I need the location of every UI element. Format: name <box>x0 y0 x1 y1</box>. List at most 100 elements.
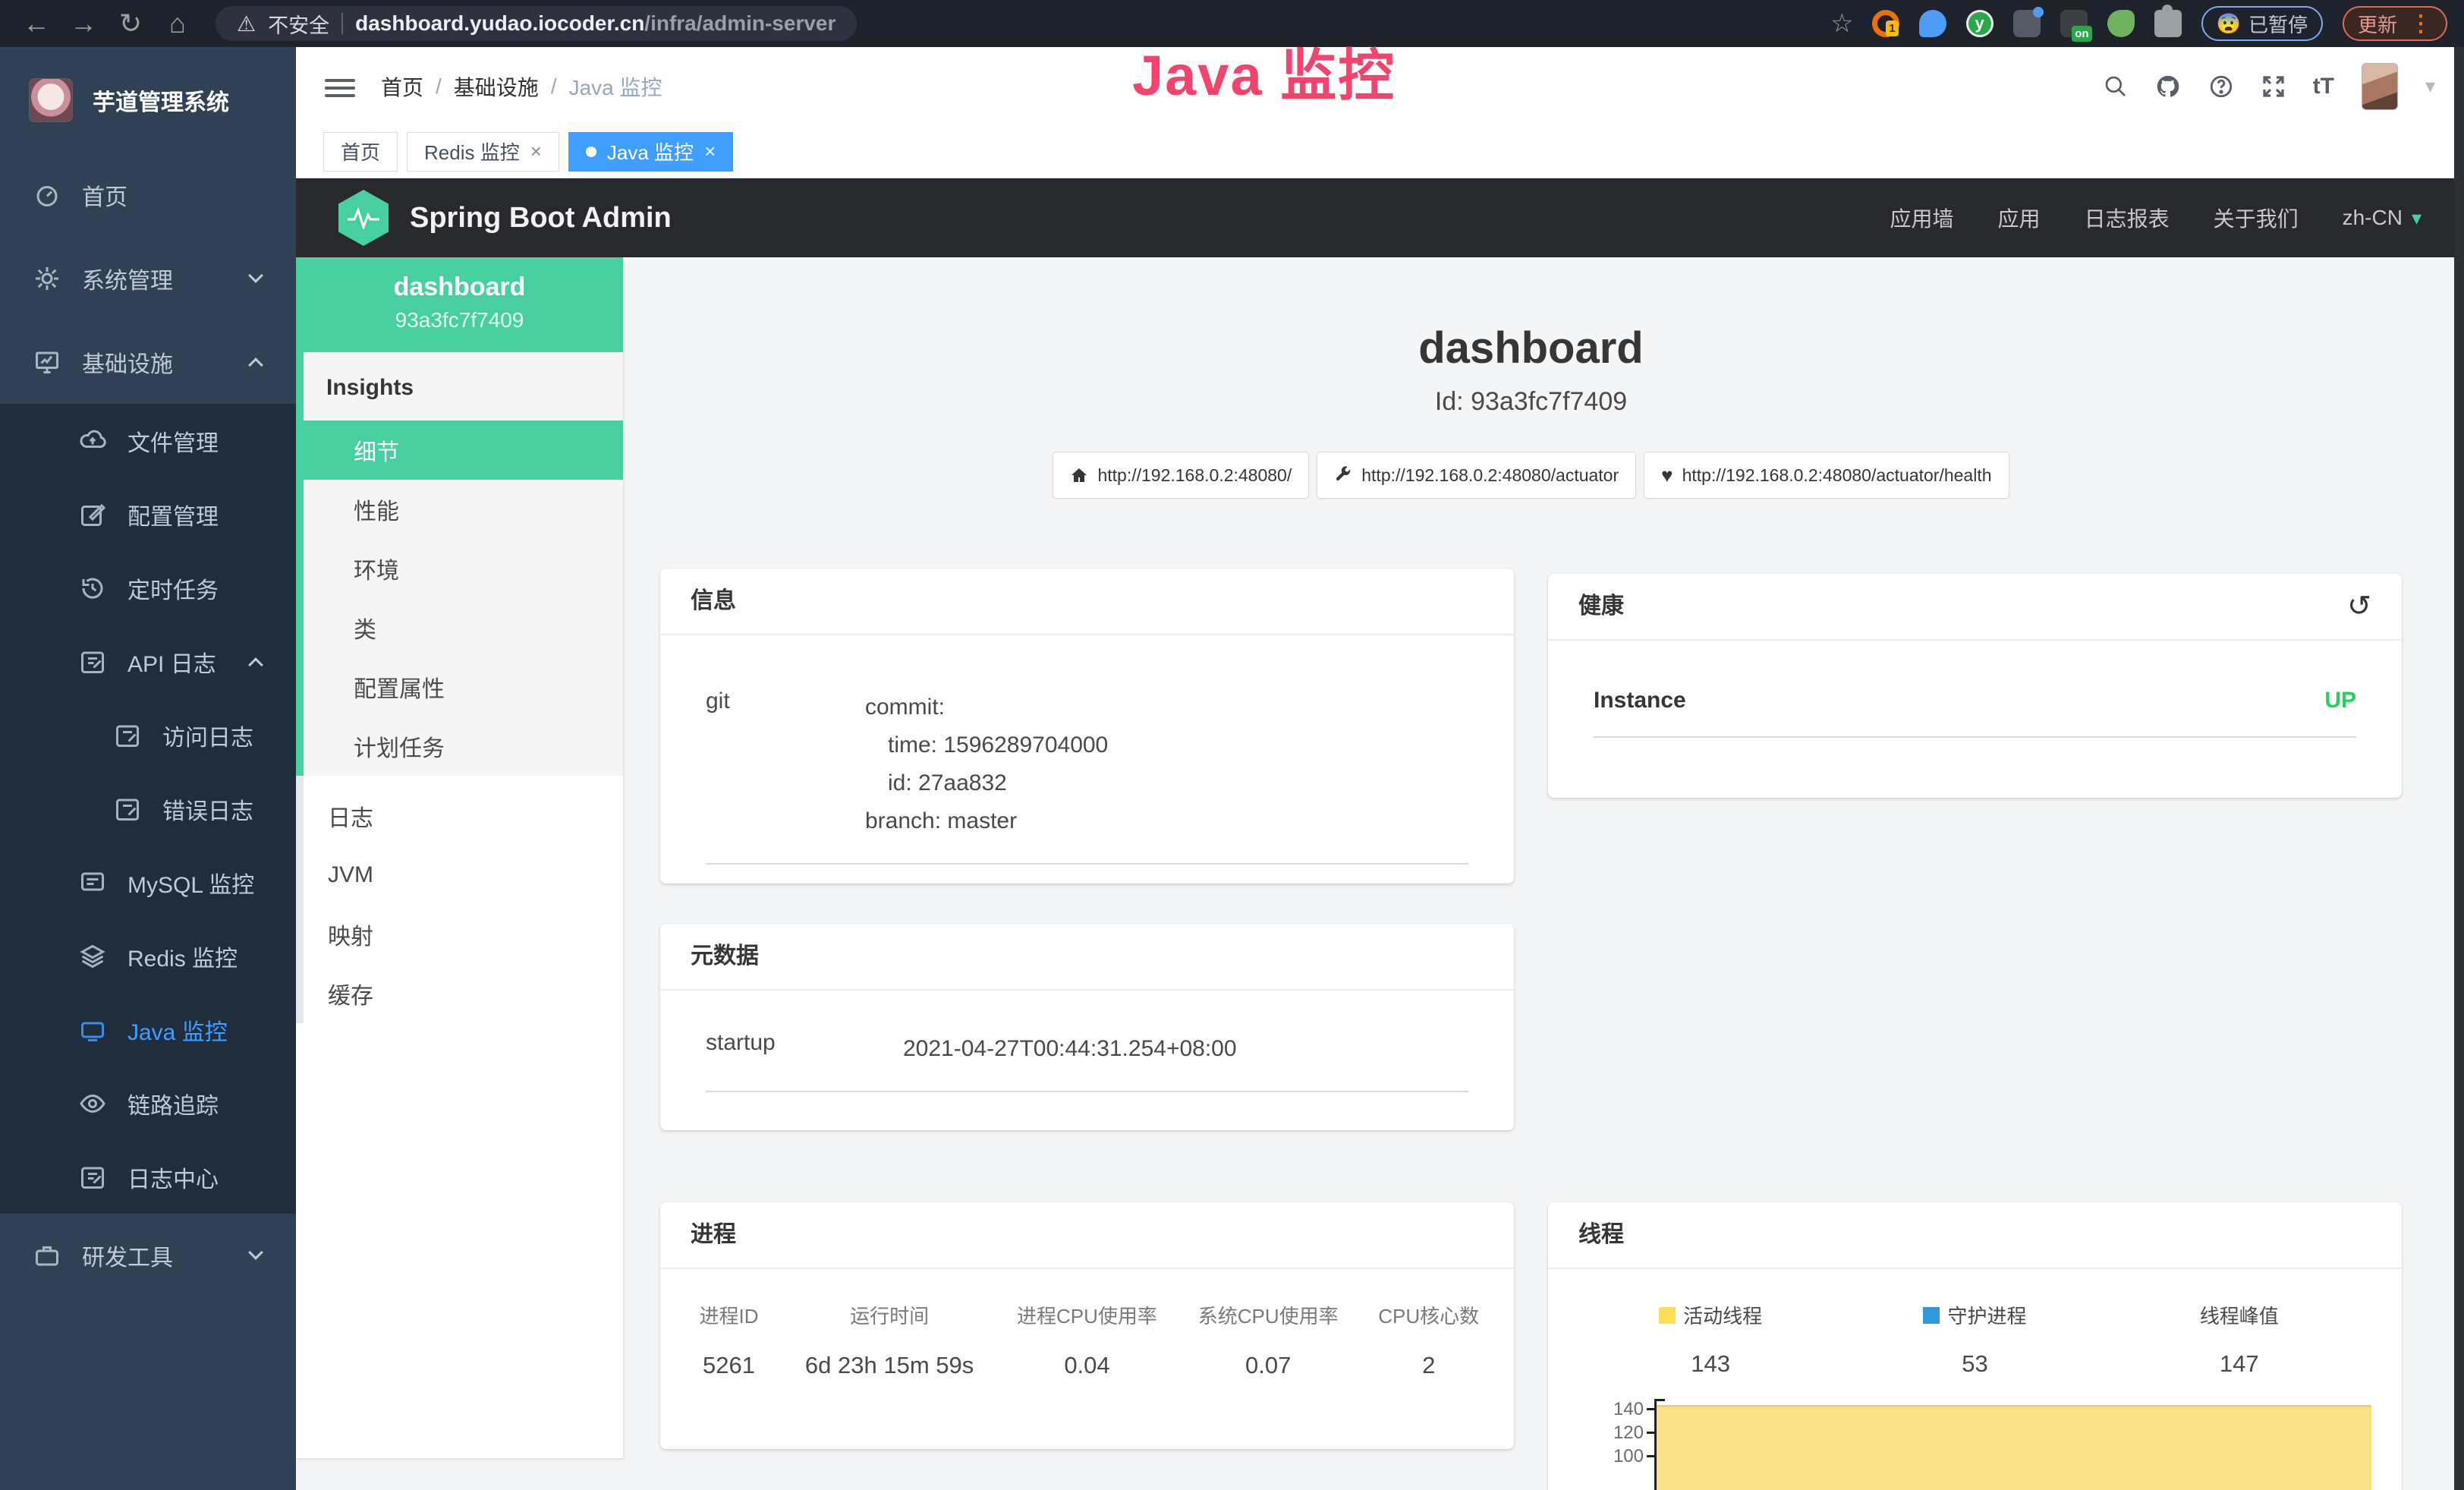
sba-menu-scheduled-tasks[interactable]: 计划任务 <box>304 717 623 776</box>
sba-instance-name: dashboard <box>296 272 623 302</box>
ytick: 120 <box>1578 1421 1644 1444</box>
extension-icon-green-y[interactable]: y <box>1966 10 1994 37</box>
edit-icon <box>79 501 106 528</box>
legend-swatch-daemon <box>1923 1307 1940 1324</box>
process-table-header: 进程ID 运行时间 进程CPU使用率 系统CPU使用率 CPU核心数 <box>675 1301 1499 1329</box>
tab-java-monitor[interactable]: Java 监控× <box>568 132 733 172</box>
sidebar-item-java-monitor[interactable]: Java 监控 <box>0 993 296 1066</box>
url-path: /infra/admin-server <box>644 11 835 35</box>
user-avatar[interactable] <box>2362 63 2398 110</box>
tab-home[interactable]: 首页 <box>323 132 398 172</box>
bookmark-star-icon[interactable]: ☆ <box>1830 8 1853 39</box>
extension-icon-pin[interactable] <box>1919 10 1946 37</box>
endpoint-service-url[interactable]: http://192.168.0.2:48080/ <box>1053 452 1309 499</box>
sba-menu-environment[interactable]: 环境 <box>304 539 623 598</box>
sba-menu-jvm[interactable]: JVM <box>304 846 623 905</box>
profile-emoji: 😨 <box>2217 12 2241 36</box>
browser-home-icon[interactable]: ⌂ <box>158 8 197 39</box>
browser-forward-icon[interactable]: → <box>64 8 103 39</box>
tags-view-bar: 首页 Redis 监控× Java 监控× <box>296 125 2464 178</box>
extension-icon-orange[interactable]: 1 <box>1872 10 1899 37</box>
sba-menu-classes[interactable]: 类 <box>304 598 623 657</box>
spring-boot-admin-logo <box>338 190 389 246</box>
extension-icon-leaf[interactable] <box>2107 10 2135 37</box>
sidebar-item-devtools[interactable]: 研发工具 <box>0 1214 296 1297</box>
sba-menu-config-props[interactable]: 配置属性 <box>304 657 623 717</box>
sba-brand-title[interactable]: Spring Boot Admin <box>410 202 672 235</box>
browser-menu-icon[interactable]: ⋮ <box>2409 11 2432 37</box>
sidebar-item-infra[interactable]: 基础设施 <box>0 320 296 404</box>
log-edit-icon <box>114 795 141 823</box>
browser-update-button[interactable]: 更新 ⋮ <box>2343 6 2447 41</box>
endpoint-health-url[interactable]: ♥ http://192.168.0.2:48080/actuator/heal… <box>1644 452 2009 499</box>
sidebar-item-home[interactable]: 首页 <box>0 153 296 237</box>
breadcrumb-infra[interactable]: 基础设施 <box>454 71 539 102</box>
tab-close-icon[interactable]: × <box>704 140 716 163</box>
process-sys-cpu-value: 0.07 <box>1178 1352 1359 1379</box>
paused-label: 已暂停 <box>2248 10 2308 38</box>
security-warning-icon[interactable]: ⚠ <box>237 11 256 36</box>
health-card: 健康 ↺ Instance UP <box>1548 574 2402 798</box>
legend-label-peak: 线程峰值 <box>2200 1301 2279 1329</box>
sba-menu-caches[interactable]: 缓存 <box>304 964 623 1023</box>
sba-nav-wallboard[interactable]: 应用墙 <box>1890 203 1954 233</box>
sba-nav-about[interactable]: 关于我们 <box>2214 203 2299 233</box>
threads-chart-axis <box>1654 1399 1657 1490</box>
threads-area-series <box>1657 1405 2371 1490</box>
sba-menu-metrics[interactable]: 性能 <box>304 480 623 539</box>
sidebar-item-config-manage[interactable]: 配置管理 <box>0 477 296 551</box>
sidebar-item-api-logs[interactable]: API 日志 <box>0 625 296 698</box>
sba-nav-applications[interactable]: 应用 <box>1998 203 2041 233</box>
endpoint-label: http://192.168.0.2:48080/ <box>1097 465 1292 486</box>
sidebar-item-system[interactable]: 系统管理 <box>0 237 296 320</box>
health-history-icon[interactable]: ↺ <box>2347 592 2371 621</box>
tv-icon <box>79 1016 106 1044</box>
user-menu-caret-icon[interactable]: ▾ <box>2425 74 2435 98</box>
sidebar-item-label: 文件管理 <box>127 424 219 458</box>
profile-paused-chip[interactable]: 😨 已暂停 <box>2201 6 2323 41</box>
threads-chart-y-axis-labels: 140 120 100 <box>1578 1397 1654 1490</box>
fullscreen-icon[interactable] <box>2261 74 2286 99</box>
sidebar-item-log-center[interactable]: 日志中心 <box>0 1140 296 1214</box>
chevron-down-icon <box>248 1245 263 1260</box>
extension-icon-switch[interactable]: on <box>2060 10 2088 37</box>
sidebar-item-access-logs[interactable]: 访问日志 <box>0 698 296 772</box>
active-tab-dot <box>586 146 596 157</box>
log-edit-icon <box>114 722 141 749</box>
address-bar[interactable]: ⚠ 不安全 dashboard.yudao.iocoder.cn/infra/a… <box>216 6 857 41</box>
browser-reload-icon[interactable]: ↻ <box>111 8 150 39</box>
browser-back-icon[interactable]: ← <box>17 8 56 39</box>
sba-nav-journal[interactable]: 日志报表 <box>2085 203 2170 233</box>
chevron-up-icon <box>248 657 263 673</box>
font-size-icon[interactable]: tT <box>2313 74 2334 99</box>
sidebar-item-mysql-monitor[interactable]: MySQL 监控 <box>0 846 296 919</box>
sba-instance-header[interactable]: dashboard 93a3fc7f7409 <box>296 257 623 352</box>
legend-label-live: 活动线程 <box>1683 1301 1762 1329</box>
help-icon[interactable] <box>2208 74 2234 99</box>
sidebar-item-error-logs[interactable]: 错误日志 <box>0 772 296 846</box>
browser-scrollbar[interactable] <box>2454 47 2464 1490</box>
endpoint-actuator-url[interactable]: http://192.168.0.2:48080/actuator <box>1317 452 1636 499</box>
sidebar-item-scheduled-jobs[interactable]: 定时任务 <box>0 551 296 625</box>
sidebar-item-file-manage[interactable]: 文件管理 <box>0 404 296 477</box>
search-icon[interactable] <box>2104 74 2128 99</box>
extensions-puzzle-icon[interactable] <box>2154 10 2182 37</box>
sidebar-item-tracing[interactable]: 链路追踪 <box>0 1066 296 1140</box>
metadata-key: startup <box>706 1030 903 1068</box>
endpoint-label: http://192.168.0.2:48080/actuator <box>1361 465 1619 486</box>
breadcrumb-home[interactable]: 首页 <box>381 71 423 102</box>
sba-menu-details[interactable]: 细节 <box>304 421 623 480</box>
sba-menu-mappings[interactable]: 映射 <box>304 905 623 964</box>
sba-menu-logs[interactable]: 日志 <box>304 786 623 846</box>
log-edit-icon <box>79 1164 106 1191</box>
tab-redis-monitor[interactable]: Redis 监控× <box>407 132 559 172</box>
threads-legend: 活动线程 守护进程 线程峰值 <box>1578 1301 2371 1329</box>
tab-close-icon[interactable]: × <box>530 140 542 163</box>
sba-language-select[interactable]: zh-CN ▾ <box>2343 206 2422 230</box>
sidebar-collapse-icon[interactable] <box>325 74 355 99</box>
breadcrumb-separator: / <box>551 74 557 99</box>
extension-icon-grid[interactable] <box>2013 10 2041 37</box>
health-instance-row[interactable]: Instance UP <box>1594 688 2356 738</box>
sidebar-item-redis-monitor[interactable]: Redis 监控 <box>0 919 296 993</box>
github-icon[interactable] <box>2155 74 2181 99</box>
